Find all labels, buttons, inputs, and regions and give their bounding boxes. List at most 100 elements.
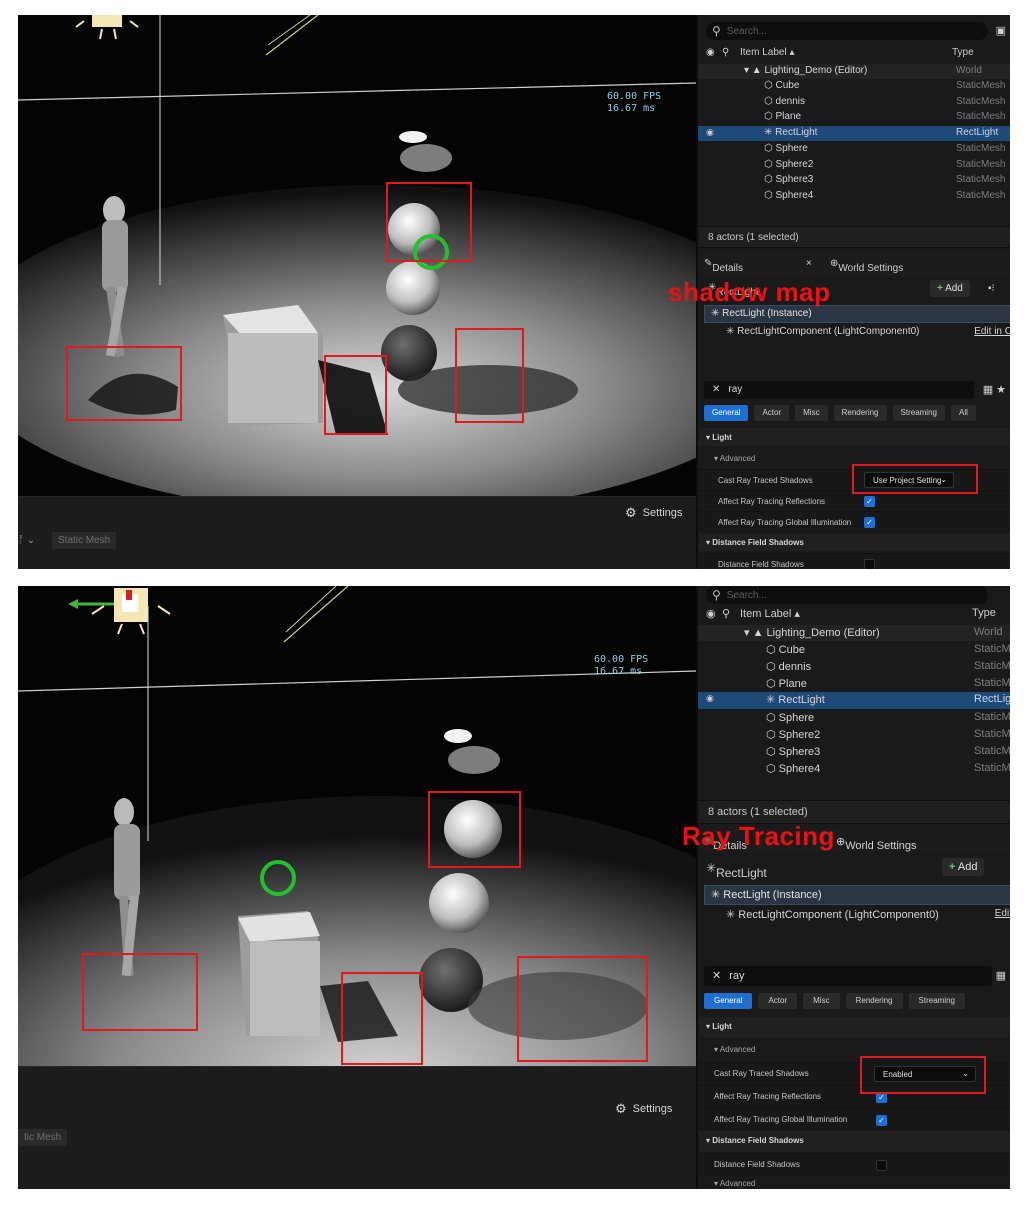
outliner-row[interactable]: ⬡ Sphere StaticM [698, 710, 1010, 726]
fps-readout: 60.00 FPS 16.67 ms [607, 91, 662, 114]
affect-gi-checkbox[interactable]: ✓ [876, 1115, 887, 1126]
outliner-row[interactable]: ▾ ▲ Lighting_Demo (Editor) World [698, 625, 1010, 641]
details-filter-input[interactable]: ✕ ray [704, 381, 974, 399]
eye-icon[interactable]: ◉ [706, 127, 714, 138]
outliner-row[interactable]: ⬡ Cube StaticM [698, 642, 1010, 658]
category-tab-misc[interactable]: Misc [795, 405, 828, 421]
affect-gi-row: Affect Ray Tracing Global Illumination ✓ [698, 511, 1010, 532]
actors-count: 8 actors (1 selected) [698, 226, 1010, 248]
blueprint-icon[interactable]: ▪⁝ [988, 283, 995, 294]
static-mesh-chip[interactable]: Static Mesh [52, 532, 117, 549]
settings-button[interactable]: ⚙ Settings [625, 505, 682, 521]
fps-readout: 60.00 FPS 16.67 ms [594, 654, 649, 677]
outliner-row[interactable]: ⬡ dennis StaticMesh [698, 95, 1010, 110]
component-row[interactable]: ✳ RectLightComponent (LightComponent0) E… [704, 906, 1010, 926]
category-tab-actor[interactable]: Actor [758, 993, 798, 1009]
clear-filter-icon[interactable]: ✕ [712, 384, 720, 395]
category-tabs: General Actor Misc Rendering Streaming A… [704, 405, 976, 421]
outliner-row[interactable]: ⬡ Plane StaticMesh [698, 110, 1010, 125]
distance-field-section-header[interactable]: ▾ Distance Field Shadows [698, 533, 1010, 551]
component-row[interactable]: ✳ RectLightComponent (LightComponent0) E… [704, 324, 1010, 342]
close-icon[interactable]: × [806, 258, 812, 269]
outliner-row[interactable]: ⬡ Sphere2 StaticM [698, 727, 1010, 743]
world-settings-tab[interactable]: ⊕ World Settings [830, 258, 903, 274]
outliner-row[interactable]: ⬡ Sphere4 StaticMesh [698, 189, 1010, 204]
advanced-subheader-2[interactable]: ▾ Advanced [698, 1178, 1010, 1189]
category-tab-general[interactable]: General [704, 993, 753, 1009]
outliner-search[interactable]: ⚲ Search... [706, 586, 988, 604]
filter-dropdown[interactable]: ᚩ ⌄ [18, 535, 35, 546]
annotation-box-sphere [428, 791, 521, 868]
outliner-row[interactable]: ⬡ Sphere3 StaticMesh [698, 173, 1010, 188]
outliner-row[interactable]: ⬡ Sphere3 StaticM [698, 744, 1010, 760]
distance-field-shadows-checkbox[interactable] [876, 1160, 887, 1171]
shadow-map-editor-screenshot: 60.00 FPS 16.67 ms ⚙ Settings ᚩ ⌄ Static… [18, 15, 1010, 569]
outliner-column-header: ◉ ⚲ Item Label ▴ Type [698, 605, 1010, 621]
gear-icon: ⚙ [625, 505, 637, 520]
category-tab-all[interactable]: All [950, 405, 976, 421]
component-instance-row[interactable]: ✳ RectLight (Instance) [704, 885, 1010, 905]
annotation-label: Ray Tracing [682, 821, 835, 851]
category-tab-streaming[interactable]: Streaming [892, 405, 945, 421]
outliner-row[interactable]: ⬡ dennis StaticM [698, 659, 1010, 675]
details-tab[interactable]: ✎ Details [704, 258, 743, 274]
search-icon: ⚲ [712, 588, 721, 602]
affect-gi-row: Affect Ray Tracing Global Illumination ✓ [698, 1108, 1010, 1131]
affect-gi-checkbox[interactable]: ✓ [864, 517, 875, 528]
category-tab-misc[interactable]: Misc [803, 993, 840, 1009]
category-tab-rendering[interactable]: Rendering [833, 405, 887, 421]
static-mesh-chip[interactable]: tic Mesh [18, 1129, 68, 1146]
add-component-button[interactable]: + Add [942, 858, 985, 876]
distance-field-shadows-checkbox[interactable] [864, 559, 875, 569]
clear-filter-icon[interactable]: ✕ [712, 970, 721, 982]
table-view-icon[interactable]: ▦ ★ [983, 383, 1006, 396]
affect-reflections-checkbox[interactable]: ✓ [864, 496, 875, 507]
world-settings-tab[interactable]: ⊕ World Settings [836, 835, 917, 852]
item-label-header[interactable]: Item Label ▴ [740, 47, 795, 58]
cube-model [238, 911, 320, 1036]
outliner-row[interactable]: ⬡ Sphere4 StaticM [698, 761, 1010, 777]
outliner-and-details: ⚲ Search... ◉ ⚲ Item Label ▴ Type ▾ ▲ Li… [696, 586, 1010, 1189]
distance-field-shadows-row: Distance Field Shadows [698, 1153, 1010, 1176]
cube-model [223, 305, 323, 425]
annotation-box-person-shadow [66, 346, 182, 421]
annotation-box-cube-shadow [341, 972, 423, 1065]
add-component-button[interactable]: + Add [930, 280, 970, 297]
category-tab-general[interactable]: General [704, 405, 749, 421]
table-view-icon[interactable]: ▦ [996, 969, 1006, 982]
sphere2-model [429, 873, 489, 933]
outliner-row-selected[interactable]: ◉ ✳ RectLight RectLight [698, 126, 1010, 141]
light-section-header[interactable]: ▾ Light [698, 428, 1010, 446]
eye-icon[interactable]: ◉ [706, 693, 714, 704]
outliner-row[interactable]: ⬡ Sphere StaticMesh [698, 142, 1010, 157]
outliner-search[interactable]: ⚲ Search... [706, 22, 988, 40]
edit-in-cpp-link[interactable]: Edit [995, 908, 1010, 919]
edit-in-cpp-link[interactable]: Edit in C [974, 326, 1010, 337]
folder-icon[interactable]: ▣ [996, 24, 1006, 37]
annotation-box-person [82, 953, 198, 1031]
category-tab-streaming[interactable]: Streaming [908, 993, 965, 1009]
visibility-icon: ◉ [706, 608, 716, 620]
search-icon: ⚲ [712, 24, 721, 38]
pin-icon: ⚲ [722, 47, 730, 58]
settings-button[interactable]: ⚙ Settings [615, 1101, 672, 1117]
outliner-row[interactable]: ⬡ Cube StaticMesh [698, 79, 1010, 94]
category-tab-rendering[interactable]: Rendering [845, 993, 903, 1009]
distance-field-shadows-row: Distance Field Shadows [698, 553, 1010, 569]
distance-field-section-header[interactable]: ▾ Distance Field Shadows [698, 1131, 1010, 1152]
outliner-column-header: ◉ ⚲ Item Label ▴ Type [698, 45, 1010, 61]
annotation-box-cube-shadow [324, 355, 387, 435]
annotation-label: shadow map [668, 277, 831, 307]
light-section-header[interactable]: ▾ Light [698, 1017, 1010, 1037]
category-tab-actor[interactable]: Actor [754, 405, 790, 421]
item-label-header[interactable]: Item Label ▴ [740, 607, 800, 620]
type-header[interactable]: Type [972, 607, 996, 619]
details-filter-input[interactable]: ✕ ray [704, 966, 992, 986]
outliner-row[interactable]: ⬡ Plane StaticM [698, 676, 1010, 692]
gear-icon: ⚙ [615, 1101, 627, 1116]
type-header[interactable]: Type [952, 47, 974, 58]
outliner-row[interactable]: ▾ ▲ Lighting_Demo (Editor) World [698, 64, 1010, 79]
object-name: ✳ RectLight [706, 861, 767, 880]
outliner-row-selected[interactable]: ◉ ✳ RectLight RectLig [698, 692, 1010, 709]
outliner-row[interactable]: ⬡ Sphere2 StaticMesh [698, 158, 1010, 173]
